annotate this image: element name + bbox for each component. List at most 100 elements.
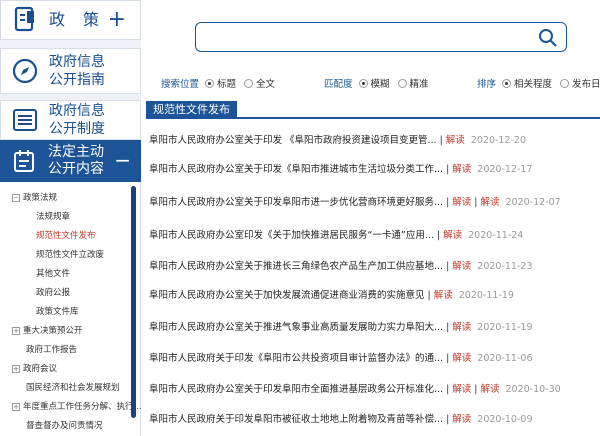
separator: |	[427, 290, 431, 301]
doc-title-link[interactable]: 阜阳市人民政府办公室关于加快发展流通促进商业消费的实施意见	[149, 290, 425, 301]
radio-relevance[interactable]: 相关程度	[500, 76, 552, 90]
sidebar-card-policy[interactable]: 政策 +	[0, 0, 141, 40]
filter-search-position: 搜索位置 标题 全文	[161, 76, 281, 90]
expand-plus-icon[interactable]: +	[108, 7, 126, 33]
tree-item-normative-docs[interactable]: 规范性文件发布	[36, 230, 96, 242]
read-link[interactable]: 解读	[480, 384, 499, 395]
filter-label: 匹配度	[324, 79, 353, 90]
doc-date: 2020-11-24	[468, 230, 524, 241]
doc-title-link[interactable]: 阜阳市人民政府办公室关于印发 《阜阳市政府投资建设项目变更管...	[149, 135, 437, 146]
radio-icon[interactable]	[205, 78, 215, 88]
read-link[interactable]: 解读	[452, 414, 471, 425]
collapse-minus-icon[interactable]: −	[114, 149, 131, 171]
list-item[interactable]: 阜阳市人民政府办公室关于印发阜阳市全面推进基层政务公开标准化... | 解读 | 解读 2…	[149, 379, 600, 401]
tree-item-gazette[interactable]: 政府公报	[36, 287, 70, 299]
doc-date: 2020-10-30	[505, 384, 561, 395]
radio-label: 发布日期	[572, 79, 600, 90]
read-link[interactable]: 解读	[452, 261, 471, 272]
filter-match: 匹配度 模糊 精准	[324, 76, 435, 90]
separator: |	[446, 261, 450, 272]
doc-title-link[interactable]: 阜阳市人民政府关于印发阜阳市被征收土地地上附着物及青苗等补偿...	[149, 414, 443, 425]
search-input[interactable]	[204, 28, 524, 48]
tree-item-other-docs[interactable]: 其他文件	[36, 268, 70, 280]
read-link[interactable]: 解读	[443, 230, 462, 241]
list-item[interactable]: 阜阳市人民政府办公室关于印发《阜阳市推进城市生活垃圾分类工作... | 解读 2020…	[149, 159, 600, 181]
radio-icon[interactable]	[560, 78, 570, 88]
label-line-2: 公开制度	[49, 121, 105, 137]
radio-icon[interactable]	[244, 78, 254, 88]
radio-exact[interactable]: 精准	[396, 76, 429, 90]
doc-date: 2020-12-20	[470, 135, 527, 146]
search-box	[195, 22, 567, 52]
tree-expand-icon[interactable]: +	[12, 402, 20, 411]
list-item[interactable]: 阜阳市人民政府办公室关于推进长三角绿色农产品生产加工供应基地... | 解读 2020…	[149, 256, 600, 278]
list-icon	[7, 102, 43, 138]
radio-icon[interactable]	[358, 78, 368, 88]
radio-label: 标题	[217, 79, 237, 90]
sidebar-card-system[interactable]: 政府信息 公开制度	[0, 100, 141, 140]
tree-item-policy-regulations[interactable]: − 政策法规	[12, 192, 57, 204]
tree-item-regulations[interactable]: 法规规章	[36, 211, 70, 223]
radio-date[interactable]: 发布日期	[558, 76, 600, 90]
read-link[interactable]: 解读	[434, 290, 453, 301]
separator: |	[446, 322, 450, 333]
radio-icon[interactable]	[502, 78, 512, 88]
read-link[interactable]: 解读	[452, 164, 471, 175]
radio-fuzzy[interactable]: 模糊	[357, 76, 390, 90]
section-title: 规范性文件发布	[146, 101, 237, 119]
list-item[interactable]: 阜阳市人民政府办公室关于加快发展流通促进商业消费的实施意见 | 解读 2020-11-…	[149, 285, 600, 307]
search-icon[interactable]	[536, 26, 560, 50]
doc-date: 2020-11-23	[477, 261, 533, 272]
radio-icon[interactable]	[397, 78, 407, 88]
tree-item-label: 政策法规	[23, 193, 58, 203]
list-item[interactable]: 阜阳市人民政府关于印发阜阳市被征收土地地上附着物及青苗等补偿... | 解读 2020…	[149, 409, 600, 431]
sidebar-active-label: 法定主动 公开内容	[48, 144, 104, 178]
doc-date: 2020-11-06	[477, 353, 533, 364]
tree-item-annual-tasks[interactable]: + 年度重点工作任务分解、执行...	[12, 401, 141, 413]
list-item[interactable]: 阜阳市人民政府办公室关于推进气象事业高质量发展助力实力阜阳大... | 解读 2020…	[149, 317, 600, 339]
sidebar-active-section[interactable]: 法定主动 公开内容 −	[0, 140, 141, 182]
doc-title-link[interactable]: 阜阳市人民政府办公室关于印发阜阳市进一步优化营商环境更好服务...	[149, 197, 443, 208]
tree-item-policy-library[interactable]: 政策文件库	[36, 306, 79, 318]
sidebar-card-guide[interactable]: 政府信息 公开指南	[0, 48, 141, 94]
read-link[interactable]: 解读	[452, 197, 471, 208]
tree-item-label: 政府会议	[23, 364, 58, 374]
main-content: 搜索位置 标题 全文 匹配度 模糊 精准 排序 相关程度 发布日期 规范性文件发…	[141, 0, 600, 436]
radio-title[interactable]: 标题	[203, 76, 236, 90]
doc-title-link[interactable]: 阜阳市人民政府办公室关于印发《阜阳市推进城市生活垃圾分类工作...	[149, 164, 443, 175]
tree-item-work-report[interactable]: 政府工作报告	[26, 344, 77, 356]
list-item[interactable]: 阜阳市人民政府办公室关于印发阜阳市进一步优化营商环境更好服务... | 解读 | 解读 2…	[149, 192, 600, 214]
tree-item-major-decisions[interactable]: + 重大决策预公开	[12, 325, 83, 337]
tree-item-supervision[interactable]: 督查督办及问责情况	[26, 420, 103, 432]
doc-title-link[interactable]: 阜阳市人民政府办公室关于推进长三角绿色农产品生产加工供应基地...	[149, 261, 443, 272]
doc-title-link[interactable]: 阜阳市人民政府办公室印发《关于加快推进居民服务“一卡通”应用...	[149, 230, 434, 241]
separator: |	[474, 384, 478, 395]
read-link[interactable]: 解读	[446, 135, 465, 146]
doc-title-link[interactable]: 阜阳市人民政府关于印发《阜阳市公共投资项目审计监督办法》的通...	[149, 353, 443, 364]
tree-item-development-plan[interactable]: 国民经济和社会发展规划	[26, 382, 120, 394]
sidebar-tree: − 政策法规 法规规章 规范性文件发布 规范性文件立改废 其他文件 政府公报 政策…	[0, 182, 141, 436]
doc-title-link[interactable]: 阜阳市人民政府办公室关于印发阜阳市全面推进基层政务公开标准化...	[149, 384, 443, 395]
doc-title-link[interactable]: 阜阳市人民政府办公室关于推进气象事业高质量发展助力实力阜阳大...	[149, 322, 443, 333]
list-item[interactable]: 阜阳市人民政府关于印发《阜阳市公共投资项目审计监督办法》的通... | 解读 2020…	[149, 348, 600, 370]
filter-label: 搜索位置	[161, 79, 200, 90]
radio-label: 精准	[409, 79, 429, 90]
separator: |	[439, 135, 443, 146]
read-link[interactable]: 解读	[480, 197, 499, 208]
read-link[interactable]: 解读	[452, 322, 471, 333]
tree-scrollbar[interactable]	[131, 186, 136, 418]
sidebar: 政策 + 政府信息 公开指南 政府信息 公开制度 法定主动 公开内容 − − 政策…	[0, 0, 141, 436]
sidebar-card-label: 政府信息 公开制度	[49, 102, 105, 138]
label-line-2: 公开内容	[48, 161, 104, 177]
tree-item-label: 重大决策预公开	[23, 326, 83, 336]
tree-item-normative-revision[interactable]: 规范性文件立改废	[36, 249, 104, 261]
radio-fulltext[interactable]: 全文	[242, 76, 275, 90]
tree-expand-icon[interactable]: +	[12, 326, 20, 335]
tree-item-gov-meetings[interactable]: + 政府会议	[12, 363, 57, 375]
list-item[interactable]: 阜阳市人民政府办公室印发《关于加快推进居民服务“一卡通”应用... | 解读 2020…	[149, 225, 600, 247]
read-link[interactable]: 解读	[452, 384, 471, 395]
tree-expand-icon[interactable]: +	[12, 364, 20, 373]
read-link[interactable]: 解读	[452, 353, 471, 364]
list-item[interactable]: 阜阳市人民政府办公室关于印发 《阜阳市政府投资建设项目变更管... | 解读 2020…	[149, 130, 600, 152]
tree-collapse-icon[interactable]: −	[12, 193, 20, 202]
